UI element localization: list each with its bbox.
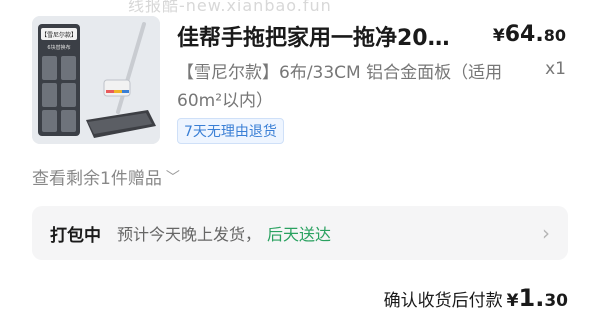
shipping-status-card[interactable]: 打包中 预计今天晚上发货， 后天送达 ›: [32, 206, 568, 260]
mop-product-image: 【雪尼尔款】 6块替换布: [32, 16, 160, 144]
product-quantity: x1: [545, 59, 566, 79]
price-decimal: 80: [543, 26, 566, 45]
payment-currency: ¥: [506, 291, 519, 311]
product-spec: 【雪尼尔款】6布/33CM 铝合金面板（适用60m²以内）: [177, 63, 503, 111]
chevron-right-icon: ›: [542, 221, 550, 245]
price-currency: ¥: [492, 26, 505, 46]
product-price: ¥64.80: [493, 22, 566, 47]
view-gifts-link[interactable]: 查看剩余1件赠品 ﹀: [32, 164, 180, 189]
payment-summary: 确认收货后付款 ¥1. 30: [384, 284, 568, 312]
payment-label: 确认收货后付款: [383, 291, 503, 311]
thumb-label: 【雪尼尔款】: [41, 31, 77, 39]
shipping-status: 打包中: [50, 225, 101, 246]
chevron-down-icon: ﹀: [165, 169, 180, 186]
order-product-item[interactable]: 【雪尼尔款】 6块替换布 佳帮手拖把家用一拖净20… ¥64.80 【雪尼尔款】…: [32, 16, 580, 146]
delivery-estimate: 后天送达: [267, 225, 332, 244]
product-title[interactable]: 佳帮手拖把家用一拖净20…: [177, 20, 477, 52]
payment-integer: 1.: [518, 284, 545, 312]
payment-decimal: 30: [544, 291, 568, 311]
return-policy-tag: 7天无理由退货: [177, 118, 284, 144]
price-integer: 64.: [504, 22, 544, 47]
gifts-label: 查看剩余1件赠品: [32, 169, 162, 189]
watermark-text: 线报酷-new.xianbao.fun: [128, 0, 332, 15]
thumb-sub: 6块替换布: [47, 44, 70, 51]
shipping-estimate: 预计今天晚上发货，: [117, 225, 262, 244]
product-thumbnail[interactable]: 【雪尼尔款】 6块替换布: [32, 16, 160, 144]
